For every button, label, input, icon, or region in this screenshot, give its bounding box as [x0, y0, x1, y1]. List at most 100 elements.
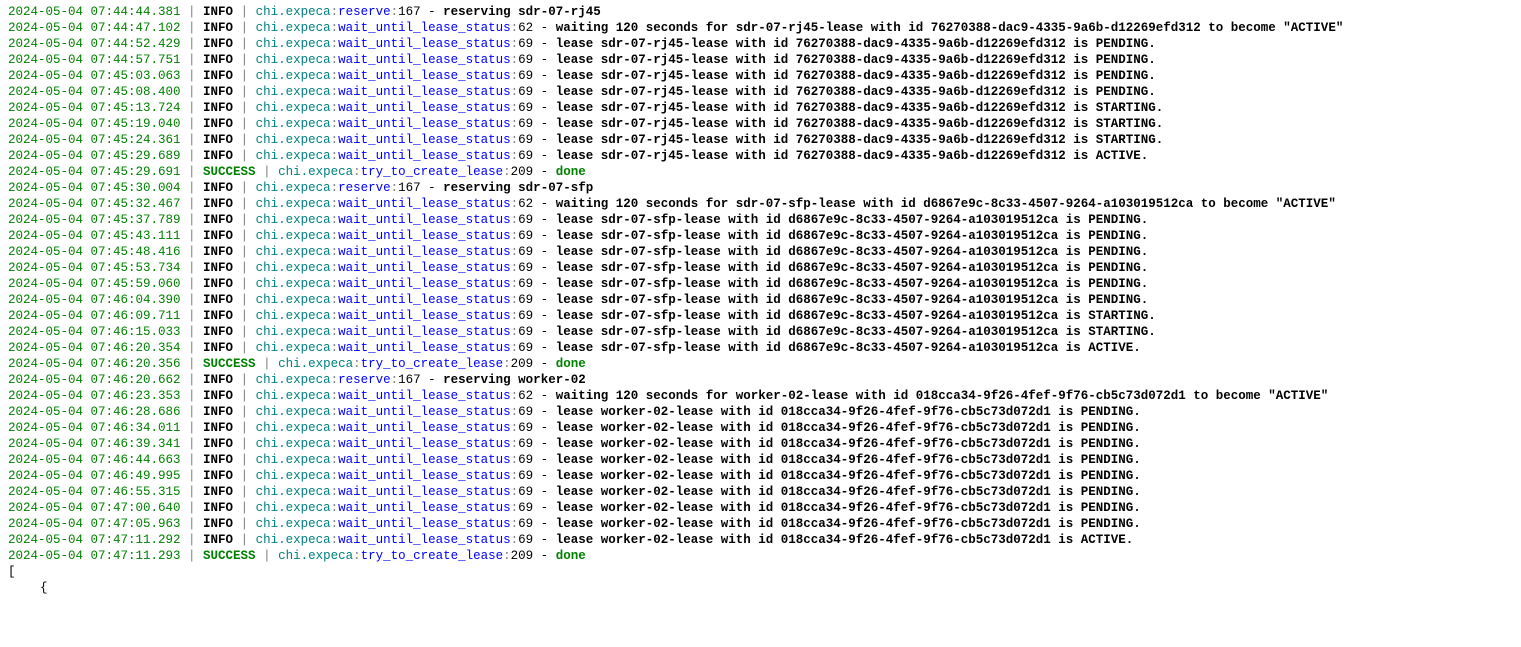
- log-timestamp: 2024-05-04 07:46:55.315: [8, 485, 181, 499]
- log-message: waiting 120 seconds for sdr-07-sfp-lease…: [556, 197, 1336, 211]
- log-level: INFO: [203, 101, 233, 115]
- log-lineno: 69: [518, 213, 533, 227]
- log-timestamp: 2024-05-04 07:45:19.040: [8, 117, 181, 131]
- log-line: 2024-05-04 07:46:20.662 | INFO | chi.exp…: [8, 372, 1513, 388]
- log-function: reserve: [338, 373, 391, 387]
- log-line: 2024-05-04 07:45:13.724 | INFO | chi.exp…: [8, 100, 1513, 116]
- log-lineno: 62: [518, 197, 533, 211]
- log-level: INFO: [203, 133, 233, 147]
- log-lineno: 167: [398, 5, 421, 19]
- log-lineno: 69: [518, 117, 533, 131]
- log-message: lease worker-02-lease with id 018cca34-9…: [556, 517, 1141, 531]
- log-line: 2024-05-04 07:45:53.734 | INFO | chi.exp…: [8, 260, 1513, 276]
- log-timestamp: 2024-05-04 07:45:37.789: [8, 213, 181, 227]
- log-lineno: 69: [518, 485, 533, 499]
- log-lineno: 167: [398, 181, 421, 195]
- log-function: reserve: [338, 181, 391, 195]
- log-function: wait_until_lease_status: [338, 309, 511, 323]
- log-level: INFO: [203, 373, 233, 387]
- log-module: chi.expeca: [256, 213, 331, 227]
- log-line: 2024-05-04 07:45:19.040 | INFO | chi.exp…: [8, 116, 1513, 132]
- log-lineno: 69: [518, 85, 533, 99]
- log-timestamp: 2024-05-04 07:45:59.060: [8, 277, 181, 291]
- log-line: 2024-05-04 07:46:20.354 | INFO | chi.exp…: [8, 340, 1513, 356]
- log-module: chi.expeca: [256, 293, 331, 307]
- output-bracket: [: [8, 564, 1513, 580]
- log-message: lease sdr-07-rj45-lease with id 76270388…: [556, 149, 1149, 163]
- log-function: wait_until_lease_status: [338, 197, 511, 211]
- log-message: lease worker-02-lease with id 018cca34-9…: [556, 469, 1141, 483]
- log-level: INFO: [203, 421, 233, 435]
- log-message: done: [556, 165, 586, 179]
- log-line: 2024-05-04 07:45:29.689 | INFO | chi.exp…: [8, 148, 1513, 164]
- log-output: 2024-05-04 07:44:44.381 | INFO | chi.exp…: [8, 4, 1513, 596]
- log-message: done: [556, 357, 586, 371]
- log-module: chi.expeca: [256, 133, 331, 147]
- log-module: chi.expeca: [256, 373, 331, 387]
- log-function: wait_until_lease_status: [338, 437, 511, 451]
- log-timestamp: 2024-05-04 07:46:20.354: [8, 341, 181, 355]
- log-level: INFO: [203, 341, 233, 355]
- log-message: lease sdr-07-rj45-lease with id 76270388…: [556, 101, 1164, 115]
- log-function: wait_until_lease_status: [338, 517, 511, 531]
- log-level: INFO: [203, 485, 233, 499]
- log-module: chi.expeca: [256, 437, 331, 451]
- log-message: lease sdr-07-sfp-lease with id d6867e9c-…: [556, 341, 1141, 355]
- log-module: chi.expeca: [256, 389, 331, 403]
- log-function: wait_until_lease_status: [338, 453, 511, 467]
- log-level: INFO: [203, 261, 233, 275]
- log-module: chi.expeca: [278, 165, 353, 179]
- log-lineno: 69: [518, 37, 533, 51]
- log-line: 2024-05-04 07:45:24.361 | INFO | chi.exp…: [8, 132, 1513, 148]
- log-module: chi.expeca: [256, 325, 331, 339]
- log-lineno: 69: [518, 501, 533, 515]
- log-module: chi.expeca: [256, 197, 331, 211]
- log-function: try_to_create_lease: [361, 549, 504, 563]
- log-message: lease worker-02-lease with id 018cca34-9…: [556, 501, 1141, 515]
- log-line: 2024-05-04 07:44:44.381 | INFO | chi.exp…: [8, 4, 1513, 20]
- log-line: 2024-05-04 07:45:08.400 | INFO | chi.exp…: [8, 84, 1513, 100]
- log-line: 2024-05-04 07:47:11.292 | INFO | chi.exp…: [8, 532, 1513, 548]
- log-function: wait_until_lease_status: [338, 293, 511, 307]
- log-function: wait_until_lease_status: [338, 533, 511, 547]
- log-timestamp: 2024-05-04 07:46:09.711: [8, 309, 181, 323]
- log-line: 2024-05-04 07:45:32.467 | INFO | chi.exp…: [8, 196, 1513, 212]
- log-function: wait_until_lease_status: [338, 341, 511, 355]
- log-module: chi.expeca: [256, 501, 331, 515]
- log-level: INFO: [203, 309, 233, 323]
- log-lineno: 69: [518, 309, 533, 323]
- log-level: INFO: [203, 5, 233, 19]
- log-line: 2024-05-04 07:45:37.789 | INFO | chi.exp…: [8, 212, 1513, 228]
- log-message: lease worker-02-lease with id 018cca34-9…: [556, 437, 1141, 451]
- log-line: 2024-05-04 07:46:55.315 | INFO | chi.exp…: [8, 484, 1513, 500]
- log-message: lease sdr-07-sfp-lease with id d6867e9c-…: [556, 325, 1156, 339]
- log-timestamp: 2024-05-04 07:46:49.995: [8, 469, 181, 483]
- log-lineno: 69: [518, 469, 533, 483]
- log-level: INFO: [203, 181, 233, 195]
- log-function: wait_until_lease_status: [338, 85, 511, 99]
- log-module: chi.expeca: [256, 277, 331, 291]
- log-line: 2024-05-04 07:46:23.353 | INFO | chi.exp…: [8, 388, 1513, 404]
- log-module: chi.expeca: [256, 469, 331, 483]
- log-lineno: 69: [518, 101, 533, 115]
- log-message: lease worker-02-lease with id 018cca34-9…: [556, 421, 1141, 435]
- log-message: lease sdr-07-rj45-lease with id 76270388…: [556, 69, 1156, 83]
- log-timestamp: 2024-05-04 07:47:11.293: [8, 549, 181, 563]
- log-module: chi.expeca: [256, 101, 331, 115]
- log-line: 2024-05-04 07:46:09.711 | INFO | chi.exp…: [8, 308, 1513, 324]
- log-timestamp: 2024-05-04 07:46:04.390: [8, 293, 181, 307]
- log-module: chi.expeca: [278, 357, 353, 371]
- log-lineno: 69: [518, 277, 533, 291]
- log-message: lease sdr-07-rj45-lease with id 76270388…: [556, 53, 1156, 67]
- log-timestamp: 2024-05-04 07:45:13.724: [8, 101, 181, 115]
- log-message: lease sdr-07-rj45-lease with id 76270388…: [556, 37, 1156, 51]
- log-timestamp: 2024-05-04 07:45:08.400: [8, 85, 181, 99]
- log-level: SUCCESS: [203, 357, 256, 371]
- log-message: lease sdr-07-sfp-lease with id d6867e9c-…: [556, 293, 1149, 307]
- log-timestamp: 2024-05-04 07:47:05.963: [8, 517, 181, 531]
- log-function: wait_until_lease_status: [338, 37, 511, 51]
- log-level: SUCCESS: [203, 549, 256, 563]
- log-timestamp: 2024-05-04 07:46:23.353: [8, 389, 181, 403]
- log-function: reserve: [338, 5, 391, 19]
- log-line: 2024-05-04 07:45:03.063 | INFO | chi.exp…: [8, 68, 1513, 84]
